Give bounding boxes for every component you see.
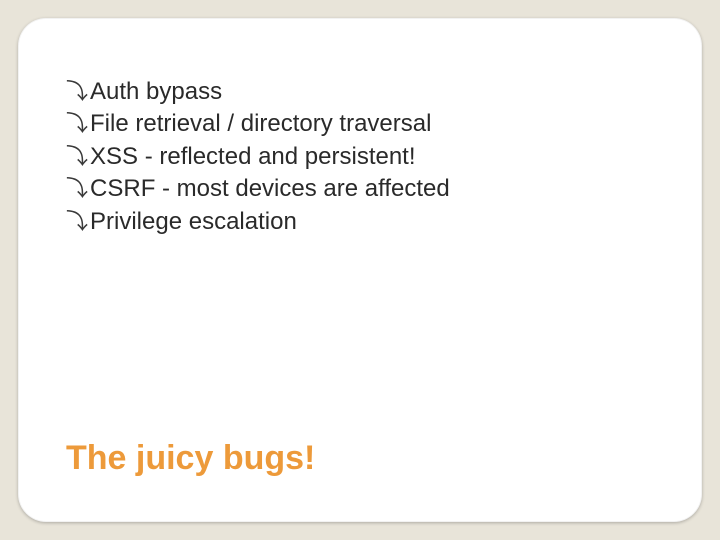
bullet-icon: ⤵ [66, 174, 88, 204]
bullet-text: File retrieval / directory traversal [90, 108, 654, 140]
slide-title: The juicy bugs! [66, 439, 654, 478]
bullet-icon: ⤵ [66, 77, 88, 107]
bullet-icon: ⤵ [66, 109, 88, 139]
bullet-icon: ⤵ [66, 142, 88, 172]
list-item: ⤵ Auth bypass [66, 76, 654, 108]
bullet-list: ⤵ Auth bypass ⤵ File retrieval / directo… [66, 76, 654, 238]
bullet-text: Privilege escalation [90, 206, 654, 238]
slide-frame: ⤵ Auth bypass ⤵ File retrieval / directo… [18, 18, 702, 522]
list-item: ⤵ CSRF - most devices are affected [66, 173, 654, 205]
list-item: ⤵ XSS - reflected and persistent! [66, 141, 654, 173]
bullet-text: CSRF - most devices are affected [90, 173, 654, 205]
bullet-text: Auth bypass [90, 76, 654, 108]
bullet-icon: ⤵ [66, 207, 88, 237]
spacer [66, 238, 654, 439]
bullet-text: XSS - reflected and persistent! [90, 141, 654, 173]
list-item: ⤵ File retrieval / directory traversal [66, 108, 654, 140]
list-item: ⤵ Privilege escalation [66, 206, 654, 238]
